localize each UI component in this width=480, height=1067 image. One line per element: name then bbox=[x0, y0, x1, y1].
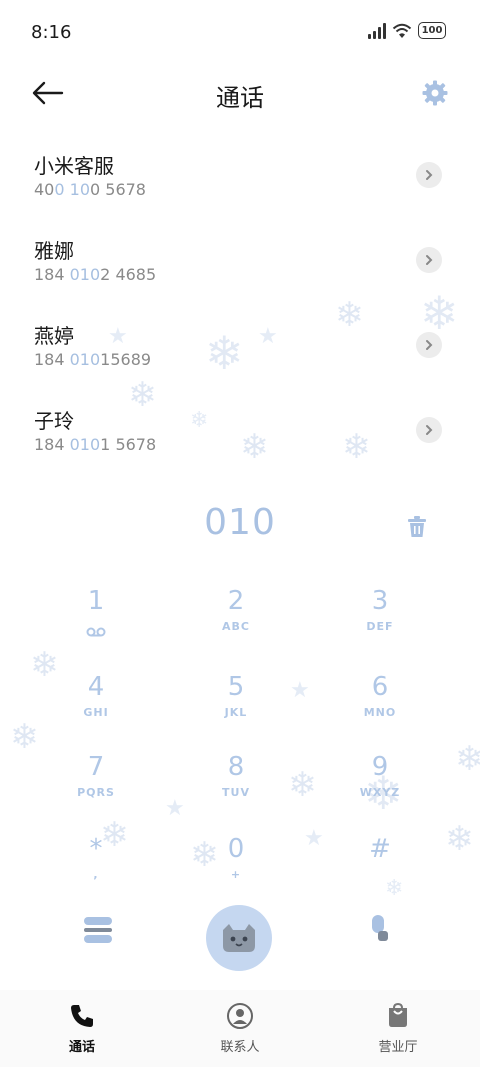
tab-contacts[interactable]: 联系人 bbox=[190, 1002, 290, 1055]
bottom-nav: 通话 联系人 营业厅 bbox=[0, 990, 480, 1067]
contact-name: 雅娜 bbox=[34, 239, 74, 263]
wifi-icon bbox=[392, 23, 412, 38]
snowflake-icon: ❄ bbox=[455, 739, 480, 779]
dial-key-9[interactable]: 9 WXYZ bbox=[320, 754, 440, 824]
contact-suggestion-list: 小米客服 400 100 5678 雅娜 184 0102 4685 燕婷 18… bbox=[0, 138, 480, 478]
call-button[interactable] bbox=[206, 905, 272, 971]
dial-key-5[interactable]: 5 JKL bbox=[176, 674, 296, 744]
cat-face-icon bbox=[223, 924, 255, 952]
dial-key-4[interactable]: 4 GHI bbox=[36, 674, 156, 744]
dial-key-8[interactable]: 8 TUV bbox=[176, 754, 296, 824]
contact-number: 184 0101 5678 bbox=[34, 435, 157, 454]
chevron-right-icon[interactable] bbox=[416, 417, 442, 443]
dial-key-2[interactable]: 2 ABC bbox=[176, 588, 296, 658]
tab-calls[interactable]: 通话 bbox=[32, 1002, 132, 1055]
list-item[interactable]: 燕婷 184 01015689 bbox=[0, 308, 480, 393]
contact-name: 子玲 bbox=[34, 409, 74, 433]
video-call-icon[interactable] bbox=[368, 913, 392, 947]
header: 通话 bbox=[0, 66, 480, 122]
voicemail-icon bbox=[36, 622, 156, 641]
chevron-right-icon[interactable] bbox=[416, 332, 442, 358]
list-item[interactable]: 雅娜 184 0102 4685 bbox=[0, 223, 480, 308]
dial-key-1[interactable]: 1 bbox=[36, 588, 156, 658]
contact-number: 184 01015689 bbox=[34, 350, 152, 369]
dial-key-0[interactable]: 0 + bbox=[176, 836, 296, 906]
phone-icon bbox=[71, 1005, 93, 1027]
page-title: 通话 bbox=[216, 84, 264, 112]
dial-key-star[interactable]: * , bbox=[36, 836, 156, 906]
dialer-actions bbox=[0, 905, 480, 975]
contact-icon bbox=[227, 1003, 253, 1029]
chevron-right-icon[interactable] bbox=[416, 162, 442, 188]
status-time: 8:16 bbox=[31, 22, 72, 43]
snowflake-icon: ❄ bbox=[445, 819, 474, 859]
status-bar: 8:16 100 bbox=[0, 0, 480, 66]
battery-icon: 100 bbox=[418, 22, 446, 39]
chevron-right-icon[interactable] bbox=[416, 247, 442, 273]
tab-store[interactable]: 营业厅 bbox=[348, 1002, 448, 1055]
nav-label: 联系人 bbox=[220, 1040, 260, 1055]
status-icons: 100 bbox=[368, 22, 446, 39]
snowflake-icon: ❄ bbox=[10, 717, 39, 757]
dial-key-6[interactable]: 6 MNO bbox=[320, 674, 440, 744]
nav-label: 营业厅 bbox=[378, 1040, 418, 1055]
dial-key-7[interactable]: 7 PQRS bbox=[36, 754, 156, 824]
signal-icon bbox=[368, 22, 386, 39]
contact-name: 小米客服 bbox=[34, 154, 114, 178]
list-item[interactable]: 子玲 184 0101 5678 bbox=[0, 393, 480, 478]
contact-number: 184 0102 4685 bbox=[34, 265, 157, 284]
nav-label: 通话 bbox=[68, 1040, 95, 1055]
dial-key-3[interactable]: 3 DEF bbox=[320, 588, 440, 658]
contact-name: 燕婷 bbox=[34, 324, 74, 348]
store-bag-icon bbox=[389, 1002, 407, 1027]
gear-icon[interactable] bbox=[422, 80, 448, 106]
dial-key-hash[interactable]: # bbox=[320, 836, 440, 906]
contact-number: 400 100 5678 bbox=[34, 180, 146, 199]
menu-icon[interactable] bbox=[84, 917, 112, 943]
delete-icon[interactable] bbox=[406, 515, 428, 539]
list-item[interactable]: 小米客服 400 100 5678 bbox=[0, 138, 480, 223]
